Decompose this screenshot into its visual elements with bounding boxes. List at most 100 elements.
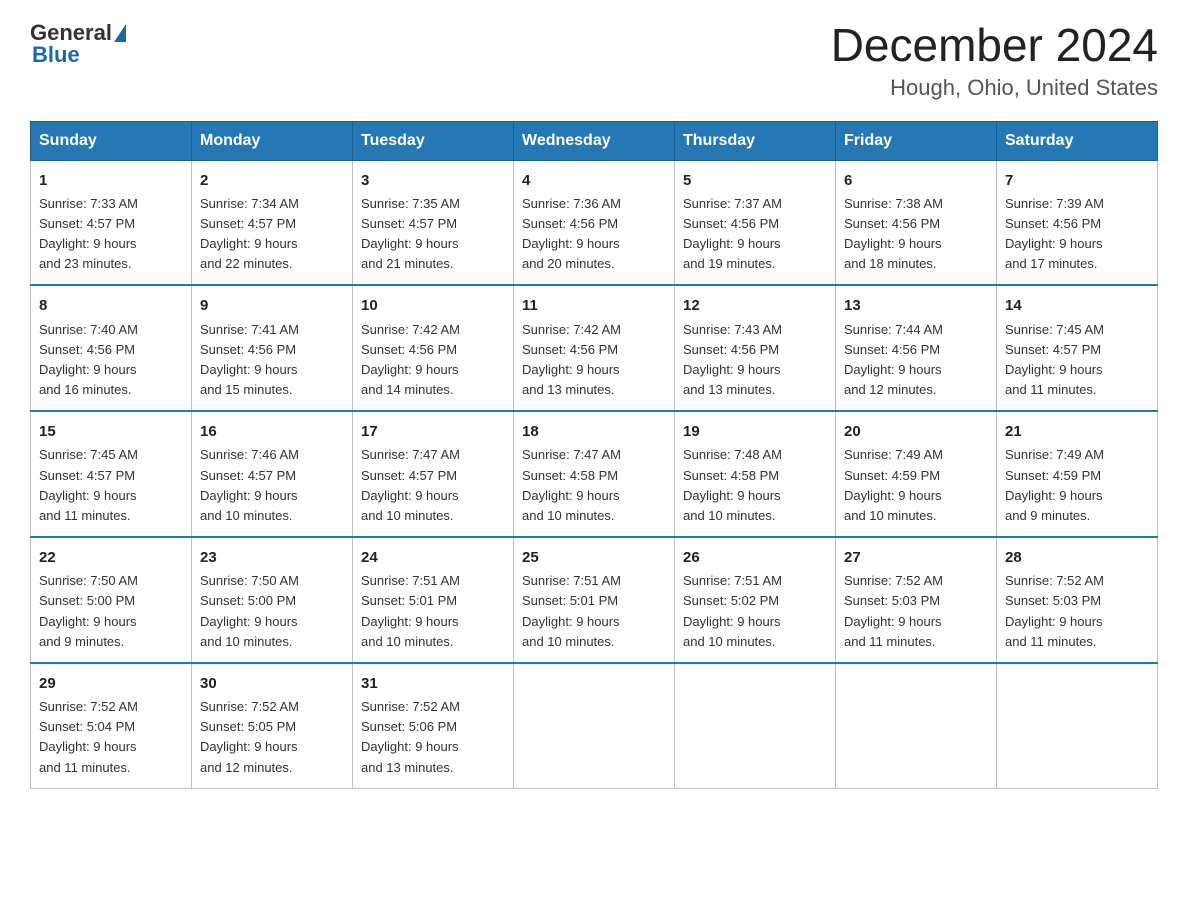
table-row: 18 Sunrise: 7:47 AMSunset: 4:58 PMDaylig… — [514, 411, 675, 537]
table-row: 23 Sunrise: 7:50 AMSunset: 5:00 PMDaylig… — [192, 537, 353, 663]
day-number: 15 — [39, 420, 183, 443]
day-info: Sunrise: 7:41 AMSunset: 4:56 PMDaylight:… — [200, 322, 299, 397]
day-number: 27 — [844, 546, 988, 569]
day-info: Sunrise: 7:51 AMSunset: 5:02 PMDaylight:… — [683, 573, 782, 648]
day-info: Sunrise: 7:50 AMSunset: 5:00 PMDaylight:… — [200, 573, 299, 648]
day-info: Sunrise: 7:52 AMSunset: 5:06 PMDaylight:… — [361, 699, 460, 774]
day-number: 17 — [361, 420, 505, 443]
day-info: Sunrise: 7:37 AMSunset: 4:56 PMDaylight:… — [683, 196, 782, 271]
day-info: Sunrise: 7:33 AMSunset: 4:57 PMDaylight:… — [39, 196, 138, 271]
table-row: 19 Sunrise: 7:48 AMSunset: 4:58 PMDaylig… — [675, 411, 836, 537]
calendar-title: December 2024 — [831, 20, 1158, 71]
table-row — [675, 663, 836, 788]
table-row: 11 Sunrise: 7:42 AMSunset: 4:56 PMDaylig… — [514, 285, 675, 411]
calendar-week-row: 15 Sunrise: 7:45 AMSunset: 4:57 PMDaylig… — [31, 411, 1158, 537]
day-info: Sunrise: 7:35 AMSunset: 4:57 PMDaylight:… — [361, 196, 460, 271]
table-row: 20 Sunrise: 7:49 AMSunset: 4:59 PMDaylig… — [836, 411, 997, 537]
header-saturday: Saturday — [997, 121, 1158, 160]
table-row — [514, 663, 675, 788]
table-row: 31 Sunrise: 7:52 AMSunset: 5:06 PMDaylig… — [353, 663, 514, 788]
day-number: 3 — [361, 169, 505, 192]
day-number: 25 — [522, 546, 666, 569]
day-number: 24 — [361, 546, 505, 569]
day-number: 29 — [39, 672, 183, 695]
day-info: Sunrise: 7:49 AMSunset: 4:59 PMDaylight:… — [1005, 447, 1104, 522]
table-row: 24 Sunrise: 7:51 AMSunset: 5:01 PMDaylig… — [353, 537, 514, 663]
table-row: 6 Sunrise: 7:38 AMSunset: 4:56 PMDayligh… — [836, 160, 997, 285]
day-number: 4 — [522, 169, 666, 192]
day-info: Sunrise: 7:51 AMSunset: 5:01 PMDaylight:… — [522, 573, 621, 648]
logo: General Blue — [30, 20, 128, 68]
table-row: 30 Sunrise: 7:52 AMSunset: 5:05 PMDaylig… — [192, 663, 353, 788]
day-info: Sunrise: 7:43 AMSunset: 4:56 PMDaylight:… — [683, 322, 782, 397]
day-number: 14 — [1005, 294, 1149, 317]
day-number: 28 — [1005, 546, 1149, 569]
table-row: 14 Sunrise: 7:45 AMSunset: 4:57 PMDaylig… — [997, 285, 1158, 411]
day-info: Sunrise: 7:52 AMSunset: 5:03 PMDaylight:… — [844, 573, 943, 648]
calendar-table: Sunday Monday Tuesday Wednesday Thursday… — [30, 121, 1158, 789]
day-number: 23 — [200, 546, 344, 569]
day-number: 18 — [522, 420, 666, 443]
calendar-week-row: 1 Sunrise: 7:33 AMSunset: 4:57 PMDayligh… — [31, 160, 1158, 285]
day-info: Sunrise: 7:40 AMSunset: 4:56 PMDaylight:… — [39, 322, 138, 397]
day-number: 1 — [39, 169, 183, 192]
day-info: Sunrise: 7:46 AMSunset: 4:57 PMDaylight:… — [200, 447, 299, 522]
day-info: Sunrise: 7:48 AMSunset: 4:58 PMDaylight:… — [683, 447, 782, 522]
day-number: 8 — [39, 294, 183, 317]
day-info: Sunrise: 7:34 AMSunset: 4:57 PMDaylight:… — [200, 196, 299, 271]
table-row: 21 Sunrise: 7:49 AMSunset: 4:59 PMDaylig… — [997, 411, 1158, 537]
calendar-week-row: 8 Sunrise: 7:40 AMSunset: 4:56 PMDayligh… — [31, 285, 1158, 411]
day-number: 21 — [1005, 420, 1149, 443]
day-info: Sunrise: 7:42 AMSunset: 4:56 PMDaylight:… — [522, 322, 621, 397]
table-row: 4 Sunrise: 7:36 AMSunset: 4:56 PMDayligh… — [514, 160, 675, 285]
table-row — [997, 663, 1158, 788]
day-info: Sunrise: 7:47 AMSunset: 4:58 PMDaylight:… — [522, 447, 621, 522]
day-number: 31 — [361, 672, 505, 695]
table-row: 9 Sunrise: 7:41 AMSunset: 4:56 PMDayligh… — [192, 285, 353, 411]
calendar-week-row: 29 Sunrise: 7:52 AMSunset: 5:04 PMDaylig… — [31, 663, 1158, 788]
day-info: Sunrise: 7:42 AMSunset: 4:56 PMDaylight:… — [361, 322, 460, 397]
day-number: 13 — [844, 294, 988, 317]
day-info: Sunrise: 7:52 AMSunset: 5:04 PMDaylight:… — [39, 699, 138, 774]
table-row: 27 Sunrise: 7:52 AMSunset: 5:03 PMDaylig… — [836, 537, 997, 663]
table-row: 10 Sunrise: 7:42 AMSunset: 4:56 PMDaylig… — [353, 285, 514, 411]
day-info: Sunrise: 7:36 AMSunset: 4:56 PMDaylight:… — [522, 196, 621, 271]
day-number: 19 — [683, 420, 827, 443]
table-row: 1 Sunrise: 7:33 AMSunset: 4:57 PMDayligh… — [31, 160, 192, 285]
day-number: 11 — [522, 294, 666, 317]
day-info: Sunrise: 7:52 AMSunset: 5:03 PMDaylight:… — [1005, 573, 1104, 648]
day-number: 6 — [844, 169, 988, 192]
day-info: Sunrise: 7:50 AMSunset: 5:00 PMDaylight:… — [39, 573, 138, 648]
table-row: 13 Sunrise: 7:44 AMSunset: 4:56 PMDaylig… — [836, 285, 997, 411]
table-row: 25 Sunrise: 7:51 AMSunset: 5:01 PMDaylig… — [514, 537, 675, 663]
day-info: Sunrise: 7:47 AMSunset: 4:57 PMDaylight:… — [361, 447, 460, 522]
table-row: 7 Sunrise: 7:39 AMSunset: 4:56 PMDayligh… — [997, 160, 1158, 285]
day-info: Sunrise: 7:39 AMSunset: 4:56 PMDaylight:… — [1005, 196, 1104, 271]
day-number: 16 — [200, 420, 344, 443]
day-info: Sunrise: 7:52 AMSunset: 5:05 PMDaylight:… — [200, 699, 299, 774]
table-row: 28 Sunrise: 7:52 AMSunset: 5:03 PMDaylig… — [997, 537, 1158, 663]
day-number: 5 — [683, 169, 827, 192]
table-row: 16 Sunrise: 7:46 AMSunset: 4:57 PMDaylig… — [192, 411, 353, 537]
table-row: 12 Sunrise: 7:43 AMSunset: 4:56 PMDaylig… — [675, 285, 836, 411]
day-number: 22 — [39, 546, 183, 569]
table-row: 8 Sunrise: 7:40 AMSunset: 4:56 PMDayligh… — [31, 285, 192, 411]
day-number: 9 — [200, 294, 344, 317]
day-number: 7 — [1005, 169, 1149, 192]
day-number: 20 — [844, 420, 988, 443]
calendar-subtitle: Hough, Ohio, United States — [831, 75, 1158, 101]
table-row — [836, 663, 997, 788]
table-row: 2 Sunrise: 7:34 AMSunset: 4:57 PMDayligh… — [192, 160, 353, 285]
day-info: Sunrise: 7:45 AMSunset: 4:57 PMDaylight:… — [39, 447, 138, 522]
calendar-header-row: Sunday Monday Tuesday Wednesday Thursday… — [31, 121, 1158, 160]
day-number: 26 — [683, 546, 827, 569]
logo-blue-text: Blue — [30, 42, 80, 68]
header-sunday: Sunday — [31, 121, 192, 160]
day-info: Sunrise: 7:44 AMSunset: 4:56 PMDaylight:… — [844, 322, 943, 397]
table-row: 29 Sunrise: 7:52 AMSunset: 5:04 PMDaylig… — [31, 663, 192, 788]
day-info: Sunrise: 7:51 AMSunset: 5:01 PMDaylight:… — [361, 573, 460, 648]
logo-triangle-icon — [114, 24, 126, 42]
day-info: Sunrise: 7:45 AMSunset: 4:57 PMDaylight:… — [1005, 322, 1104, 397]
day-number: 2 — [200, 169, 344, 192]
title-section: December 2024 Hough, Ohio, United States — [831, 20, 1158, 101]
